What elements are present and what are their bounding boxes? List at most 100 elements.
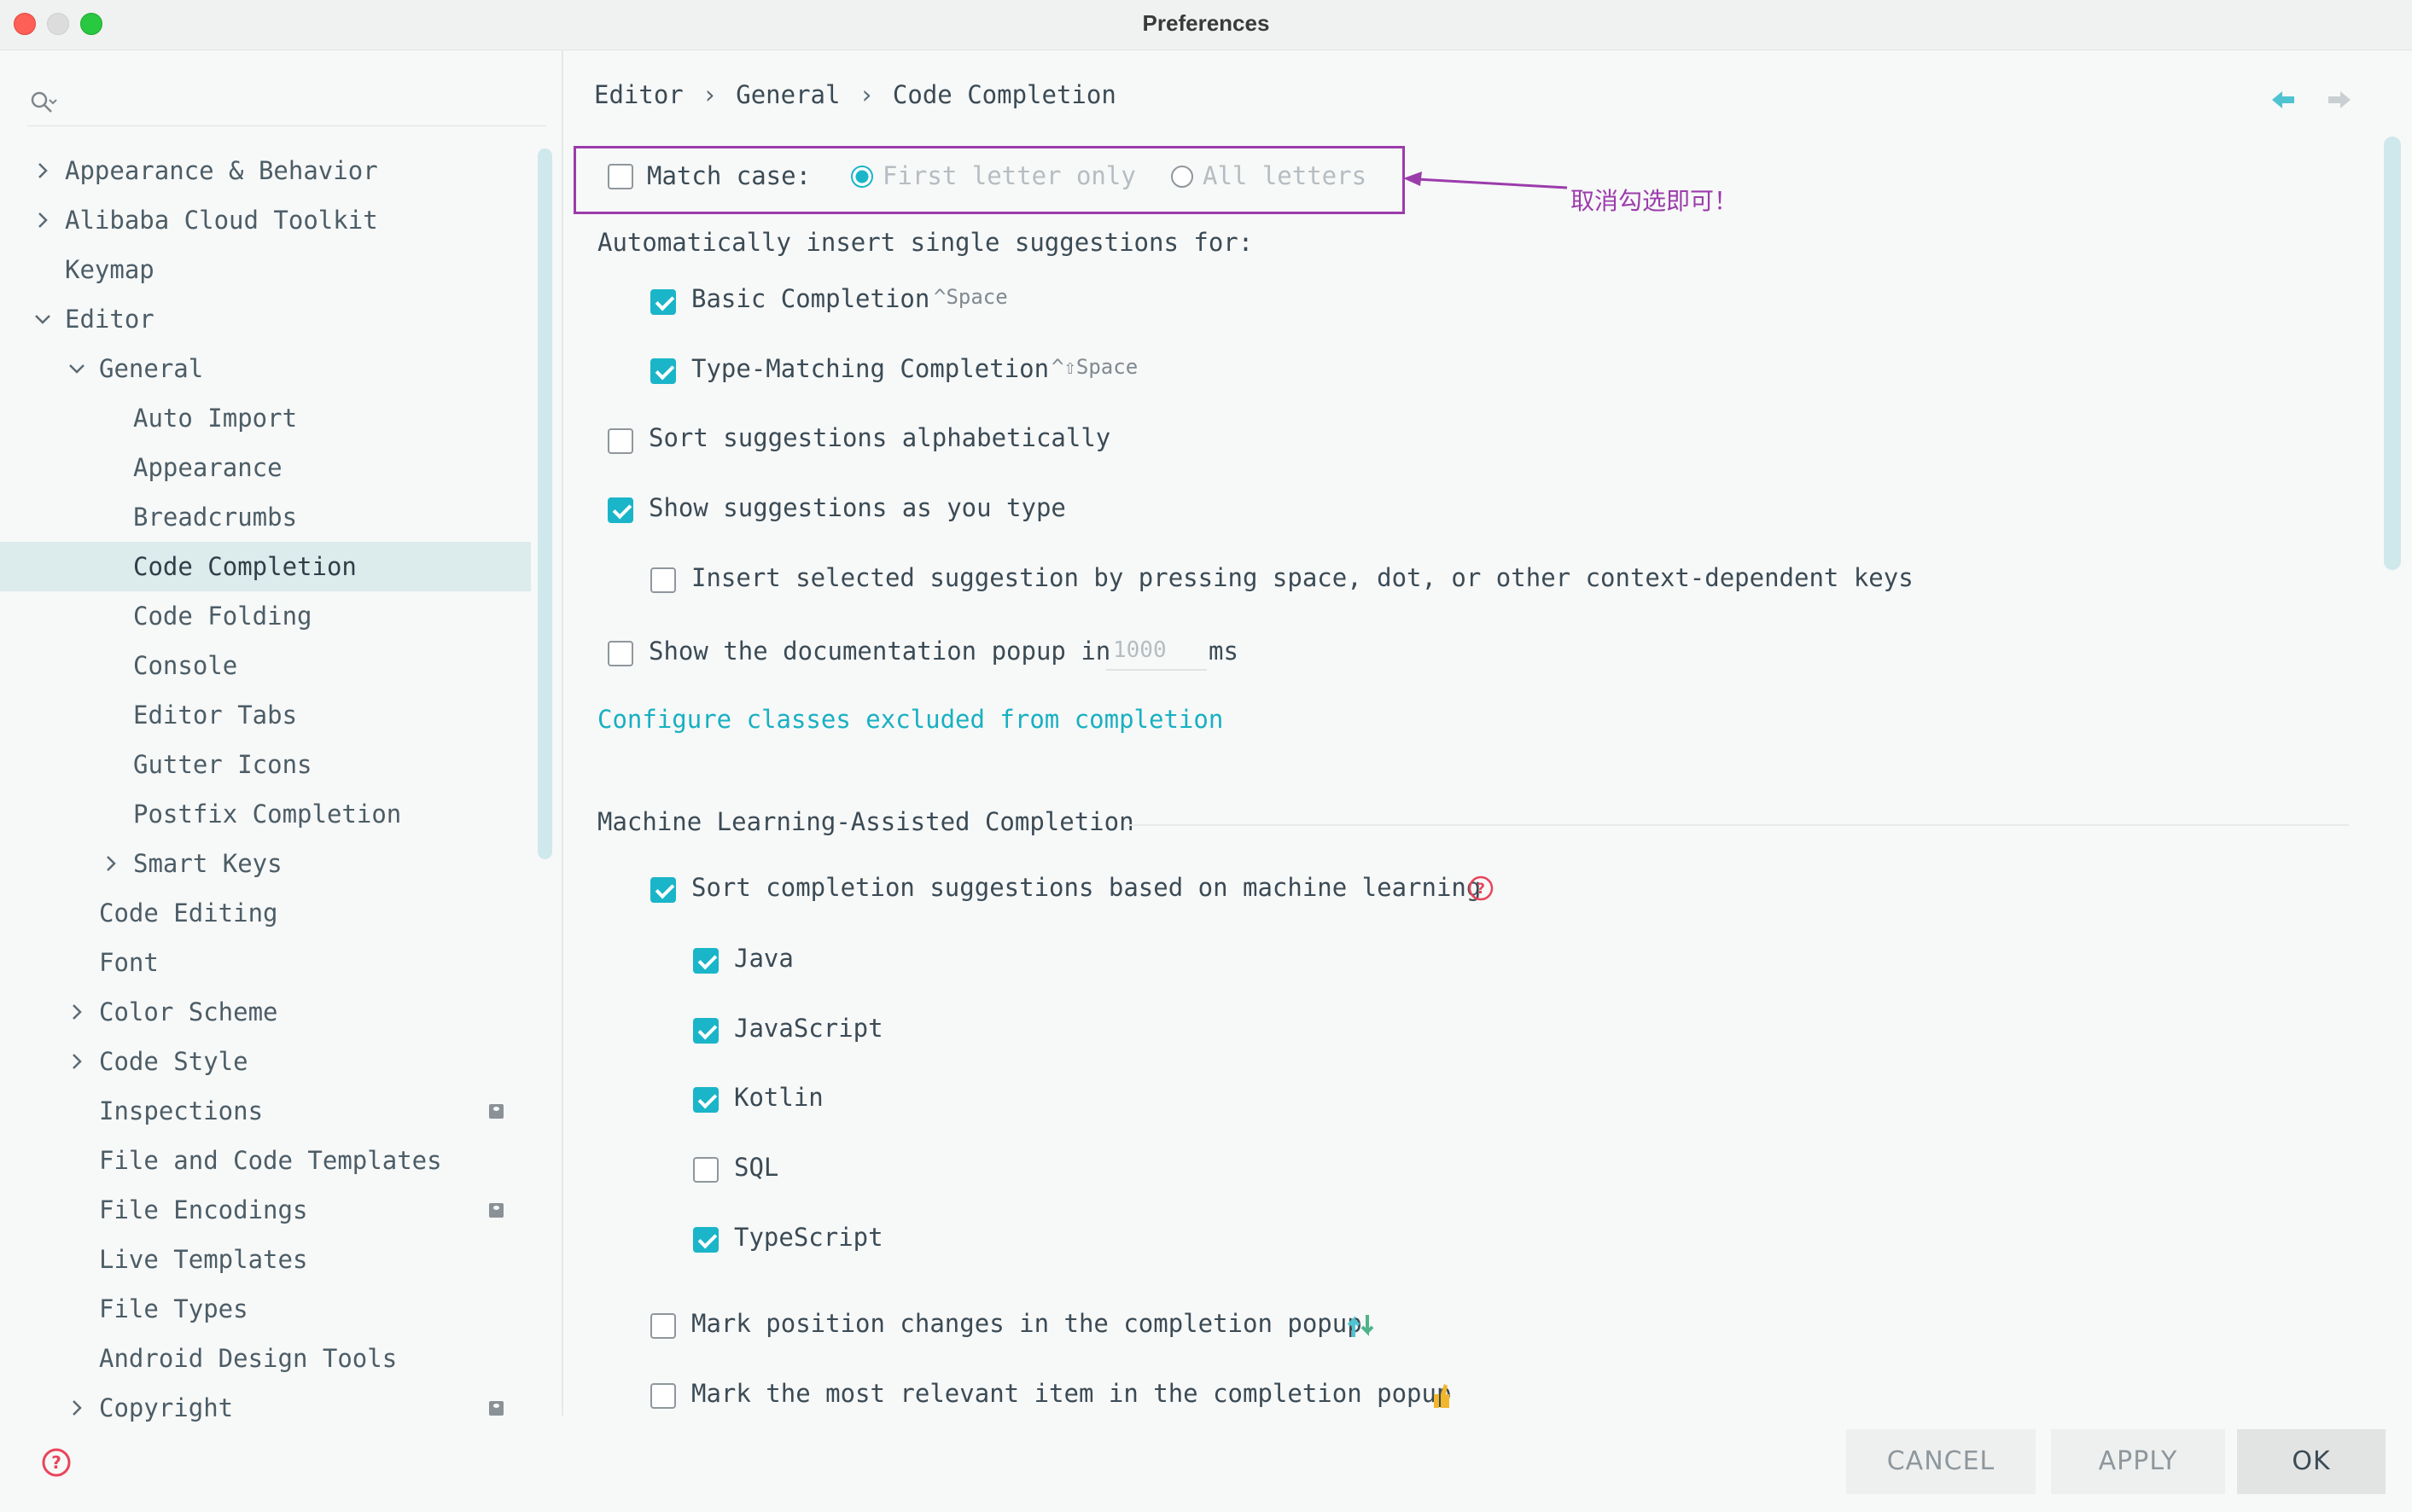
sidebar-item-breadcrumbs[interactable]: Breadcrumbs [0, 492, 531, 542]
chevron-right-icon[interactable] [67, 1051, 87, 1072]
sidebar-item-file-types[interactable]: File Types [0, 1284, 531, 1334]
sidebar-item-postfix-completion[interactable]: Postfix Completion [0, 789, 531, 839]
insert-selected-label: Insert selected suggestion by pressing s… [691, 563, 1914, 592]
cancel-button[interactable]: CANCEL [1846, 1429, 2036, 1494]
match-case-checkbox[interactable] [608, 164, 633, 189]
project-scope-icon [489, 1203, 504, 1218]
sidebar-item-code-completion[interactable]: Code Completion [0, 542, 531, 591]
sidebar-item-appearance[interactable]: Appearance [0, 443, 531, 492]
sidebar-item-label: Live Templates [99, 1245, 308, 1274]
configure-excluded-link[interactable]: Configure classes excluded from completi… [597, 701, 1223, 738]
sort-ml-label: Sort completion suggestions based on mac… [691, 873, 1482, 902]
chevron-down-icon[interactable] [67, 358, 87, 379]
ml-sql-checkbox[interactable] [693, 1157, 719, 1183]
title-bar: Preferences [0, 0, 2412, 50]
mark-relevant-checkbox[interactable] [650, 1383, 676, 1409]
sidebar-item-keymap[interactable]: Keymap [0, 245, 531, 294]
ml-typescript-checkbox[interactable] [693, 1227, 719, 1253]
sidebar-item-file-and-code-templates[interactable]: File and Code Templates [0, 1136, 531, 1185]
sort-alphabetically-checkbox[interactable] [608, 428, 633, 454]
breadcrumb-editor: Editor [594, 80, 684, 109]
annotation-text: 取消勾选即可！ [1570, 187, 1739, 215]
sidebar-scrollbar[interactable] [538, 148, 552, 859]
position-change-icon [1347, 1315, 1374, 1337]
mark-position-checkbox[interactable] [650, 1313, 676, 1339]
sidebar-item-editor[interactable]: Editor [0, 294, 531, 344]
apply-button[interactable]: APPLY [2051, 1429, 2225, 1494]
sort-ml-checkbox[interactable] [650, 877, 676, 903]
ml-kotlin-checkbox[interactable] [693, 1087, 719, 1113]
ok-button[interactable]: OK [2237, 1429, 2386, 1494]
mark-position-label: Mark position changes in the completion … [691, 1309, 1362, 1338]
sidebar-item-label: Auto Import [133, 404, 298, 433]
type-matching-checkbox[interactable] [650, 358, 676, 384]
breadcrumb: Editor › General › Code Completion [594, 80, 1116, 109]
sidebar-item-file-encodings[interactable]: File Encodings [0, 1185, 531, 1235]
sidebar-item-label: Smart Keys [133, 849, 283, 878]
sidebar-item-label: Font [99, 948, 159, 977]
sidebar-item-color-scheme[interactable]: Color Scheme [0, 987, 531, 1037]
doc-popup-checkbox[interactable] [608, 641, 633, 666]
sidebar-item-label: Postfix Completion [133, 800, 402, 829]
chevron-right-icon[interactable] [32, 160, 53, 181]
chevron-right-icon[interactable] [67, 1398, 87, 1418]
sidebar-item-label: Code Style [99, 1047, 248, 1076]
sidebar-item-label: General [99, 354, 204, 383]
sidebar-item-code-folding[interactable]: Code Folding [0, 591, 531, 641]
sidebar-item-smart-keys[interactable]: Smart Keys [0, 839, 531, 888]
window-title: Preferences [1142, 10, 1270, 36]
breadcrumb-separator: › [702, 80, 718, 109]
sidebar-item-auto-import[interactable]: Auto Import [0, 393, 531, 443]
help-icon[interactable]: ? [1468, 875, 1494, 901]
doc-popup-delay-input[interactable]: 1000 [1106, 631, 1207, 671]
sidebar-item-label: Breadcrumbs [133, 503, 298, 532]
panel-divider[interactable] [562, 50, 563, 1416]
footer-help-icon[interactable]: ? [41, 1447, 72, 1478]
show-as-you-type-checkbox[interactable] [608, 497, 633, 523]
ml-javascript-checkbox[interactable] [693, 1018, 719, 1044]
forward-arrow-icon[interactable] [2327, 88, 2352, 112]
ml-java-label: Java [734, 944, 794, 973]
sidebar-item-code-style[interactable]: Code Style [0, 1037, 531, 1086]
section-divider [1128, 824, 2349, 826]
sidebar-item-label: File Encodings [99, 1195, 308, 1224]
sidebar-item-appearance-behavior[interactable]: Appearance & Behavior [0, 146, 531, 195]
sidebar-item-font[interactable]: Font [0, 938, 531, 987]
chevron-right-icon[interactable] [67, 1002, 87, 1022]
sidebar-item-gutter-icons[interactable]: Gutter Icons [0, 740, 531, 789]
sort-alphabetically-label: Sort suggestions alphabetically [649, 423, 1111, 452]
search-icon [31, 91, 57, 113]
sidebar-item-code-editing[interactable]: Code Editing [0, 888, 531, 938]
basic-completion-label: Basic Completion [691, 284, 930, 313]
sidebar-item-alibaba-cloud-toolkit[interactable]: Alibaba Cloud Toolkit [0, 195, 531, 245]
sidebar-item-label: Editor [65, 305, 154, 334]
sidebar-item-general[interactable]: General [0, 344, 531, 393]
show-as-you-type-label: Show suggestions as you type [649, 493, 1066, 522]
insert-selected-checkbox[interactable] [650, 567, 676, 593]
ml-typescript-label: TypeScript [734, 1223, 883, 1252]
first-letter-radio[interactable] [851, 166, 873, 188]
ml-java-checkbox[interactable] [693, 948, 719, 974]
breadcrumb-separator: › [859, 80, 874, 109]
svg-text:?: ? [51, 1452, 61, 1473]
sidebar-item-editor-tabs[interactable]: Editor Tabs [0, 690, 531, 740]
content-scrollbar[interactable] [2384, 137, 2401, 570]
sidebar-item-label: Console [133, 651, 238, 680]
all-letters-radio[interactable] [1171, 166, 1193, 188]
sidebar-item-live-templates[interactable]: Live Templates [0, 1235, 531, 1284]
sidebar-item-inspections[interactable]: Inspections [0, 1086, 531, 1136]
chevron-down-icon[interactable] [32, 309, 53, 329]
project-scope-icon [489, 1104, 504, 1119]
sidebar-item-console[interactable]: Console [0, 641, 531, 690]
chevron-right-icon[interactable] [32, 210, 53, 230]
sidebar-item-label: Appearance [133, 453, 283, 482]
back-arrow-icon[interactable] [2270, 88, 2296, 112]
sidebar-item-android-design-tools[interactable]: Android Design Tools [0, 1334, 531, 1383]
basic-completion-checkbox[interactable] [650, 289, 676, 315]
sidebar-item-label: File and Code Templates [99, 1146, 442, 1175]
sidebar-item-label: Code Completion [133, 552, 357, 581]
sidebar-item-copyright[interactable]: Copyright [0, 1383, 531, 1433]
sidebar-item-label: Inspections [99, 1096, 264, 1125]
chevron-right-icon[interactable] [101, 853, 121, 874]
settings-search[interactable] [27, 81, 546, 126]
